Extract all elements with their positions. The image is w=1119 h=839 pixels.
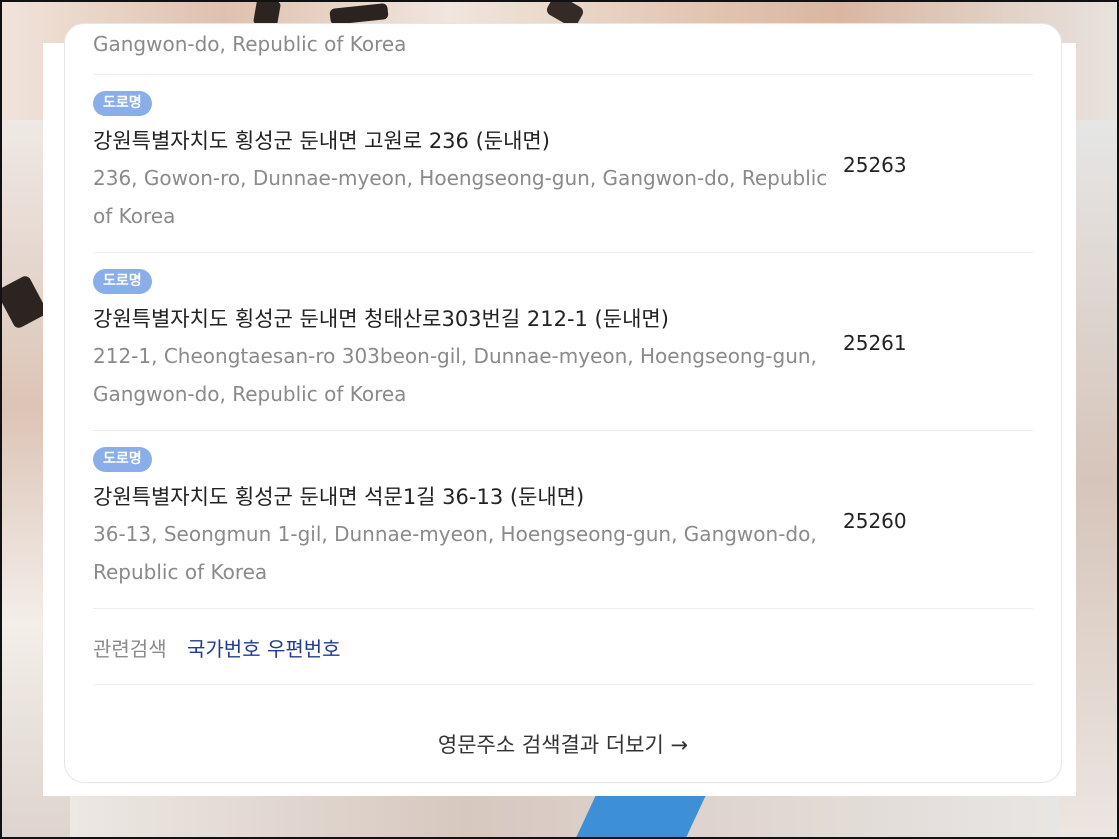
road-name-badge: 도로명 [93,269,152,294]
result-item[interactable]: 도로명 강원특별자치도 횡성군 둔내면 청태산로303번길 212-1 (둔내면… [93,253,1033,431]
english-address: 36-13, Seongmun 1-gil, Dunnae-myeon, Hoe… [93,522,817,584]
search-result-panel: Gangwon-do, Republic of Korea 도로명 강원특별자치… [43,23,1076,796]
postal-code: 25260 [843,509,907,533]
related-search-link[interactable]: 국가번호 우편번호 [187,633,341,662]
english-address: 212-1, Cheongtaesan-ro 303beon-gil, Dunn… [93,344,817,406]
result-item-partial[interactable]: Gangwon-do, Republic of Korea [93,24,1033,75]
road-name-badge: 도로명 [93,447,152,472]
result-card: Gangwon-do, Republic of Korea 도로명 강원특별자치… [64,23,1062,783]
result-item[interactable]: 도로명 강원특별자치도 횡성군 둔내면 고원로 236 (둔내면) 236, G… [93,75,1033,253]
postal-code: 25261 [843,331,907,355]
korean-address: 강원특별자치도 횡성군 둔내면 청태산로303번길 212-1 (둔내면) [93,307,669,331]
road-name-badge: 도로명 [93,91,152,116]
english-address: 236, Gowon-ro, Dunnae-myeon, Hoengseong-… [93,166,828,228]
more-results-link[interactable]: 영문주소 검색결과 더보기 → [93,729,1033,759]
english-address: Gangwon-do, Republic of Korea [93,32,407,56]
result-list: Gangwon-do, Republic of Korea 도로명 강원특별자치… [93,24,1033,757]
korean-address: 강원특별자치도 횡성군 둔내면 고원로 236 (둔내면) [93,129,550,153]
result-item[interactable]: 도로명 강원특별자치도 횡성군 둔내면 석문1길 36-13 (둔내면) 36-… [93,431,1033,609]
korean-address: 강원특별자치도 횡성군 둔내면 석문1길 36-13 (둔내면) [93,485,585,509]
postal-code: 25263 [843,153,907,177]
related-search: 관련검색 국가번호 우편번호 [93,609,1033,685]
related-search-label: 관련검색 [93,637,167,661]
